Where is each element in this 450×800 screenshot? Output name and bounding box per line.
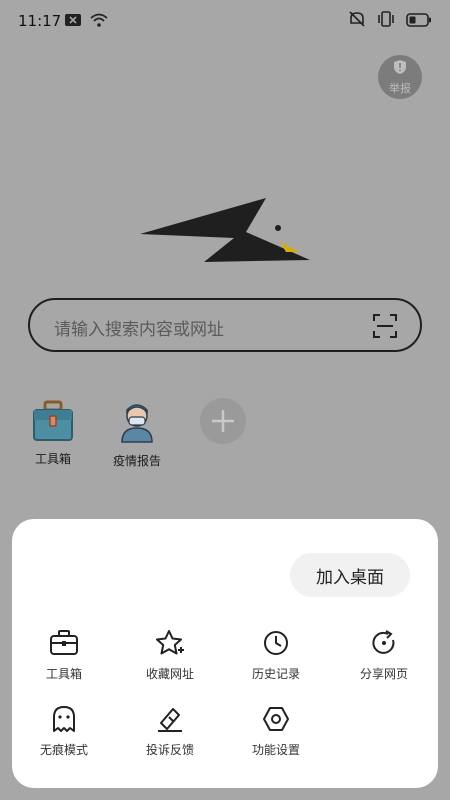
- shortcut-toolbox[interactable]: 工具箱: [18, 400, 88, 467]
- search-placeholder: 请输入搜索内容或网址: [54, 320, 224, 340]
- menu-item-label: 收藏网址: [145, 667, 194, 681]
- menu-item-incognito[interactable]: 无痕模式: [14, 705, 114, 758]
- mute-icon: [348, 11, 366, 31]
- report-button[interactable]: 举报: [378, 55, 422, 99]
- menu-item-bookmark[interactable]: 收藏网址: [120, 629, 220, 682]
- shortcut-label: 疫情报告: [112, 454, 161, 468]
- menu-item-label: 分享网页: [359, 667, 408, 681]
- plus-icon: [200, 410, 246, 448]
- menu-item-settings[interactable]: 功能设置: [226, 705, 326, 758]
- menu-item-label: 工具箱: [45, 667, 82, 681]
- star-plus-icon: [120, 629, 220, 657]
- scan-icon[interactable]: [372, 313, 398, 343]
- status-time: 11:17: [18, 12, 62, 30]
- shortcut-label: 工具箱: [34, 452, 71, 466]
- report-label: 举报: [389, 81, 411, 95]
- bottom-menu-sheet: 加入桌面 工具箱 收藏网址 历史记录 分享网页 无痕模式 投诉反馈 功能设置: [12, 519, 438, 788]
- battery-icon: [406, 12, 432, 31]
- menu-item-label: 投诉反馈: [145, 743, 194, 757]
- vibrate-icon: [376, 11, 396, 31]
- report-shield-icon: [392, 59, 408, 79]
- app-logo: [140, 192, 312, 266]
- pen-feedback-icon: [120, 705, 220, 733]
- notification-x-icon: [64, 12, 82, 31]
- toolbox-icon: [14, 629, 114, 657]
- menu-item-share[interactable]: 分享网页: [334, 629, 434, 682]
- clock-icon: [226, 629, 326, 657]
- settings-hexagon-icon: [226, 705, 326, 733]
- refresh-share-icon: [334, 629, 434, 657]
- menu-item-toolbox[interactable]: 工具箱: [14, 629, 114, 682]
- doctor-avatar-icon: [116, 404, 158, 448]
- shortcut-epidemic-report[interactable]: 疫情报告: [102, 400, 172, 469]
- add-to-desktop-button[interactable]: 加入桌面: [290, 553, 410, 597]
- menu-item-label: 历史记录: [251, 667, 300, 681]
- menu-item-history[interactable]: 历史记录: [226, 629, 326, 682]
- toolbox-icon: [31, 400, 75, 446]
- menu-item-label: 功能设置: [251, 743, 300, 757]
- menu-item-label: 无痕模式: [39, 743, 88, 757]
- menu-item-feedback[interactable]: 投诉反馈: [120, 705, 220, 758]
- search-bar[interactable]: 请输入搜索内容或网址: [28, 298, 422, 352]
- add-shortcut-button[interactable]: [200, 398, 246, 444]
- wifi-icon: [90, 12, 108, 31]
- status-bar: 11:17: [0, 0, 450, 40]
- ghost-icon: [14, 705, 114, 733]
